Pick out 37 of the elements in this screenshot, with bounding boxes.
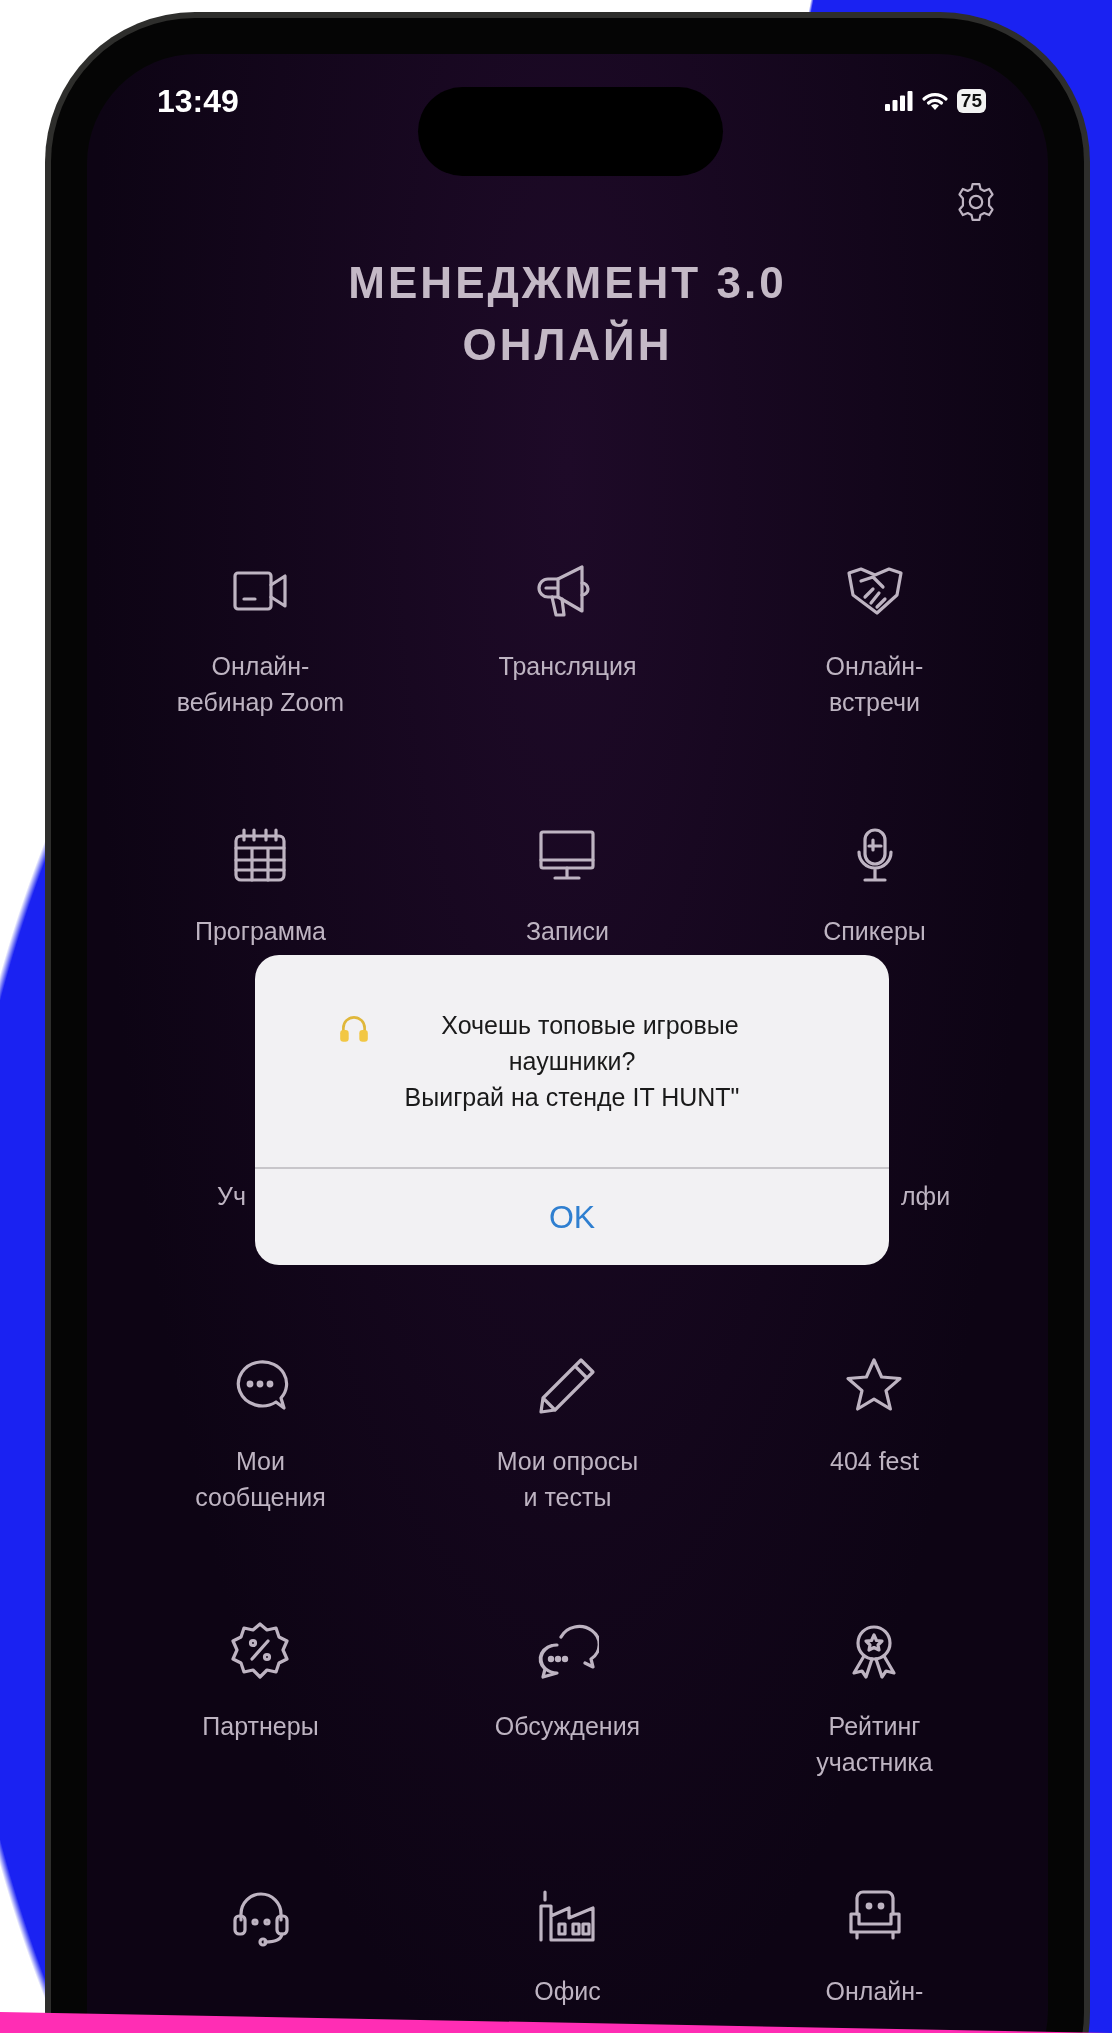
menu-tile[interactable]: Мои сообщения — [195, 1354, 326, 1515]
tile-label: Уч — [217, 1181, 246, 1212]
tile-label: Программа — [195, 916, 326, 947]
tile-label: Онлайн- встречи — [825, 651, 924, 718]
status-time: 13:49 — [157, 82, 239, 120]
wifi-icon — [920, 91, 949, 111]
menu-tile[interactable]: 404 fest — [830, 1354, 919, 1479]
menu-tile[interactable]: Офис — [534, 1884, 601, 2009]
battery-indicator: 75 — [956, 89, 986, 113]
menu-tile[interactable]: Программа — [195, 824, 326, 949]
alert-message: Хочешь топовые игровые наушники? Выиграй на стенде IT HUNT" — [404, 1010, 740, 1113]
tile-label: 404 fest — [830, 1446, 919, 1477]
signal-icon — [884, 91, 913, 111]
tile-label: Трансляция — [498, 651, 637, 682]
menu-tile[interactable]: Записи — [526, 824, 609, 949]
ok-button[interactable]: OK — [255, 1169, 889, 1265]
tile-label: Онлайн- — [825, 1976, 924, 2007]
tile-label: Рейтинг участника — [816, 1711, 933, 1778]
menu-tile[interactable]: Обсуждения — [494, 1619, 641, 1744]
tile-label: Обсуждения — [494, 1711, 641, 1742]
tile-label: лфи — [901, 1181, 951, 1212]
menu-tile[interactable]: Партнеры — [202, 1619, 319, 1744]
menu-tile[interactable]: Онлайн- встречи — [825, 559, 924, 720]
menu-tile[interactable]: Онлайн- вебинар Zoom — [176, 559, 345, 720]
tile-label: Мои сообщения — [195, 1446, 326, 1513]
tile-label: Спикеры — [823, 916, 926, 947]
menu-tile[interactable]: Спикеры — [823, 824, 926, 949]
menu-tile[interactable]: Мои опросы и тесты — [496, 1354, 639, 1515]
menu-tile[interactable]: Рейтинг участника — [816, 1619, 933, 1780]
tile-label: Мои опросы и тесты — [496, 1446, 639, 1513]
tile-label: Партнеры — [202, 1711, 319, 1742]
tile-label: Онлайн- вебинар Zoom — [176, 651, 345, 718]
menu-tile[interactable]: Трансляция — [498, 559, 637, 684]
tile-label: Офис — [534, 1976, 601, 2007]
app-title: МЕНЕДЖМЕНТ 3.0 ОНЛАЙН — [348, 257, 787, 371]
menu-tile[interactable]: Онлайн- — [825, 1884, 924, 2009]
tile-label: Записи — [526, 916, 609, 947]
